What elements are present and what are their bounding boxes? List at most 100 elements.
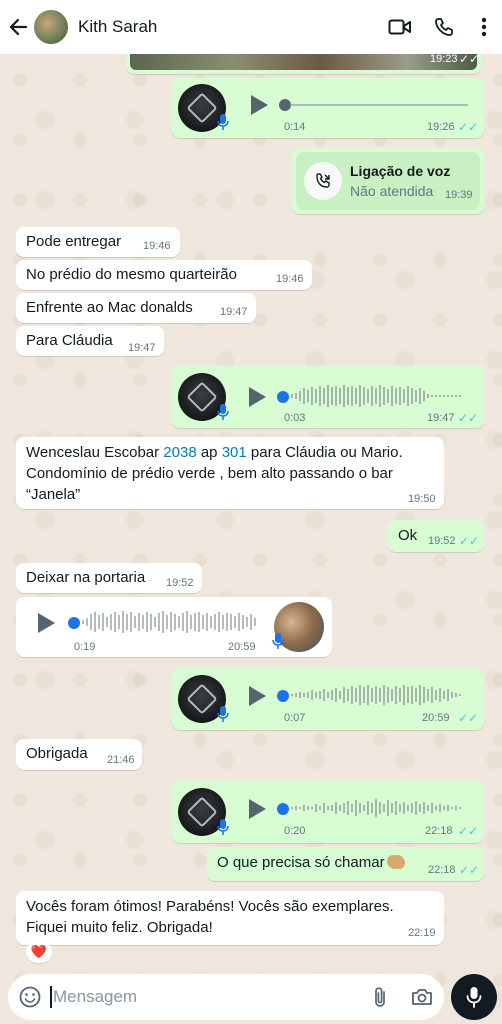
play-button[interactable] (251, 95, 268, 115)
voice-message[interactable]: 0:19 20:59 (16, 597, 332, 657)
read-ticks-icon: ✓✓ (458, 711, 479, 725)
microphone-icon (272, 633, 284, 649)
voice-call-message[interactable]: Ligação de voz Não atendida 19:39 (292, 148, 484, 214)
voice-duration: 0:03 (284, 412, 306, 424)
message-time: 22:18 (428, 864, 456, 876)
message-time: 22:19 (408, 927, 436, 939)
call-status: Não atendida (350, 183, 434, 199)
message-input[interactable]: Mensagem (50, 974, 360, 1020)
heart-reaction-icon: ❤️ (30, 944, 48, 959)
attach-button[interactable] (360, 974, 400, 1020)
read-ticks-icon: ✓✓ (458, 824, 479, 838)
incoming-message[interactable]: Pode entregar 19:46 (16, 227, 180, 257)
read-ticks-icon: ✓✓ (459, 534, 480, 548)
message-time: 19:47 (427, 412, 455, 424)
message-text-line: Fiquei muito feliz. Obrigada! (26, 919, 213, 936)
message-time: 19:52 (428, 535, 456, 547)
message-text: Enfrente ao Mac donalds (26, 299, 193, 316)
waveform[interactable] (291, 682, 469, 708)
phone-link[interactable]: 301 (222, 444, 247, 461)
message-time: 19:46 (276, 273, 304, 285)
incoming-message[interactable]: Deixar na portaria 19:52 (16, 563, 202, 593)
incoming-message[interactable]: No prédio do mesmo quarteirão 19:46 (16, 260, 312, 290)
message-time: 19:39 (445, 189, 473, 201)
voice-duration: 0:14 (284, 121, 306, 133)
phone-link[interactable]: 2038 (163, 444, 196, 461)
message-text: Deixar na portaria (26, 569, 146, 586)
playback-position-dot[interactable] (68, 617, 80, 629)
video-call-button[interactable] (378, 0, 422, 54)
contact-avatar[interactable] (34, 10, 68, 44)
message-time: 19:47 (128, 342, 156, 354)
microphone-icon (217, 404, 229, 420)
playback-position-dot[interactable] (277, 803, 289, 815)
play-button[interactable] (249, 686, 266, 706)
message-time: 20:59 (422, 712, 450, 724)
reaction-badge[interactable]: ❤️ (26, 941, 52, 963)
message-time: 19:23 (430, 53, 458, 65)
incoming-message[interactable]: Obrigada 21:46 (16, 739, 142, 770)
incoming-message[interactable]: Vocês foram ótimos! Parabéns! Vocês são … (16, 891, 444, 945)
outgoing-message[interactable]: Ok 19:52 ✓✓ (388, 520, 484, 552)
message-text: No prédio do mesmo quarteirão (26, 266, 237, 283)
message-text-line: Wenceslau Escobar 2038 ap 301 para Cláud… (26, 444, 403, 461)
incoming-message[interactable]: Para Cláudia 19:47 (16, 326, 164, 356)
handshake-emoji-icon (386, 855, 405, 869)
message-time: 21:46 (107, 754, 135, 766)
smiley-icon (19, 986, 41, 1008)
video-camera-icon (388, 19, 411, 35)
microphone-icon (217, 706, 229, 722)
voice-duration: 0:19 (74, 641, 96, 653)
paperclip-icon (375, 987, 385, 1007)
playback-position-dot[interactable] (277, 690, 289, 702)
play-button[interactable] (249, 799, 266, 819)
message-time: 19:26 (427, 121, 455, 133)
chat-header: Kith Sarah (0, 0, 502, 54)
waveform[interactable] (291, 383, 469, 409)
playback-position-dot[interactable] (277, 391, 289, 403)
message-time: 20:59 (228, 641, 256, 653)
read-ticks-icon: ✓✓ (458, 411, 479, 425)
message-text: Ok (398, 527, 418, 544)
message-text: O que precisa só chamar (217, 854, 385, 871)
more-vertical-icon (481, 17, 487, 37)
play-button[interactable] (249, 387, 266, 407)
message-text-line: “Janela” (26, 486, 81, 503)
voice-message[interactable]: 0:03 19:47 ✓✓ (172, 366, 484, 428)
camera-icon (412, 989, 432, 1005)
voice-call-button[interactable] (422, 0, 466, 54)
outgoing-message[interactable]: O que precisa só chamar 22:18 ✓✓ (207, 847, 484, 881)
call-card[interactable]: Ligação de voz Não atendida (296, 152, 480, 210)
message-time: 22:18 (425, 825, 453, 837)
microphone-icon (466, 987, 482, 1008)
play-button[interactable] (38, 613, 55, 633)
voice-message[interactable]: 0:20 22:18 ✓✓ (172, 781, 484, 843)
back-button[interactable] (2, 0, 34, 54)
read-ticks-icon: ✓✓ (458, 120, 479, 134)
emoji-button[interactable] (10, 974, 50, 1020)
message-time: 19:47 (220, 306, 248, 318)
playback-track[interactable] (290, 104, 468, 106)
message-time: 19:52 (166, 577, 194, 589)
contact-name[interactable]: Kith Sarah (78, 17, 378, 37)
waveform[interactable] (82, 609, 260, 635)
menu-button[interactable] (466, 0, 502, 54)
camera-button[interactable] (400, 974, 444, 1020)
message-time: 19:46 (143, 240, 171, 252)
voice-message[interactable]: 0:14 19:26 ✓✓ (172, 78, 484, 138)
incoming-message[interactable]: Wenceslau Escobar 2038 ap 301 para Cláud… (16, 437, 444, 509)
microphone-icon (217, 114, 229, 130)
read-ticks-icon: ✓✓ (459, 863, 480, 877)
text-cursor (50, 986, 52, 1008)
message-input-bar: Mensagem (8, 974, 444, 1020)
voice-record-button[interactable] (451, 974, 497, 1020)
waveform[interactable] (291, 795, 469, 821)
message-text-line: O que precisa só chamar (217, 854, 405, 871)
arrow-left-icon (9, 18, 28, 36)
address-text: ap (196, 444, 222, 461)
incoming-message[interactable]: Enfrente ao Mac donalds 19:47 (16, 293, 256, 323)
voice-duration: 0:07 (284, 712, 306, 724)
message-time: 19:50 (408, 493, 436, 505)
voice-duration: 0:20 (284, 825, 306, 837)
voice-message[interactable]: 0:07 20:59 ✓✓ (172, 668, 484, 730)
